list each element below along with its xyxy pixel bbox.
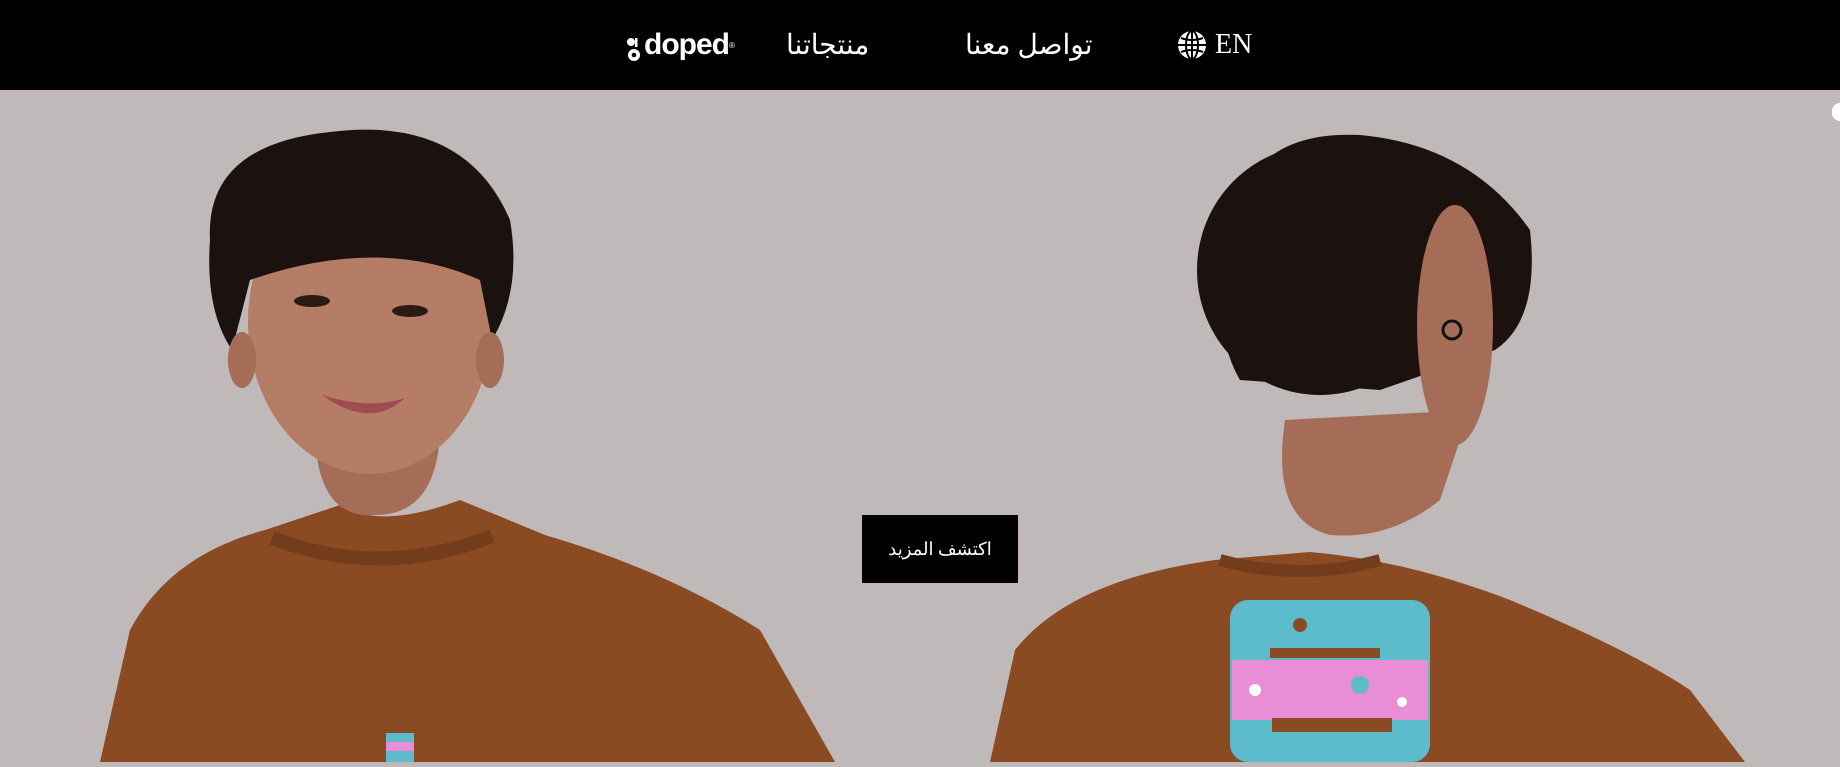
logo-text: doped: [644, 28, 730, 61]
language-switcher[interactable]: EN: [1177, 0, 1252, 90]
nav-link-products[interactable]: منتجاتنا: [786, 0, 869, 90]
logo-registered-mark: ®: [729, 40, 735, 50]
brand-logo[interactable]: doped ®: [626, 0, 735, 90]
discover-more-button[interactable]: اكتشف المزيد: [862, 515, 1018, 583]
hero-banner: اكتشف المزيد: [0, 90, 1840, 762]
top-navigation-bar: doped ® منتجاتنا تواصل معنا EN: [0, 0, 1840, 90]
hero-product-photo: [0, 90, 1840, 762]
nav-link-contact[interactable]: تواصل معنا: [965, 0, 1093, 90]
scroll-indicator[interactable]: [1832, 103, 1840, 121]
language-label: EN: [1215, 29, 1253, 60]
globe-icon: [1178, 30, 1206, 60]
logo-mark-icon: [627, 38, 640, 61]
